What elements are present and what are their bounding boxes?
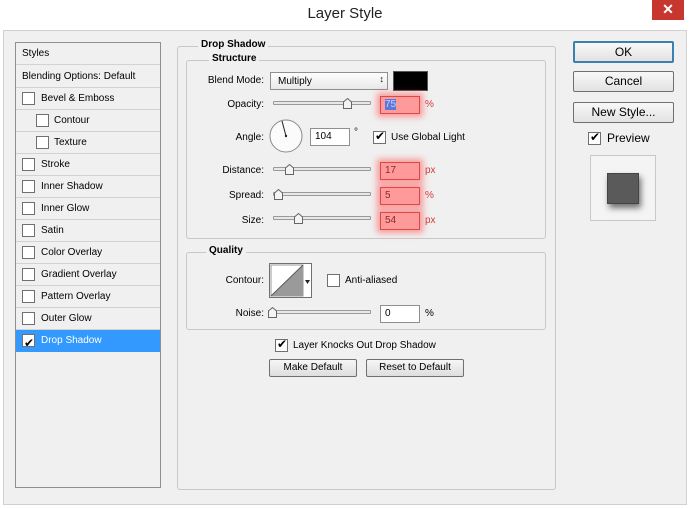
style-item-checkbox[interactable] — [22, 180, 35, 193]
style-item-checkbox[interactable] — [22, 224, 35, 237]
style-item-label: Texture — [54, 137, 87, 148]
style-item-label: Color Overlay — [41, 247, 103, 258]
style-item-satin[interactable]: Satin — [16, 220, 160, 242]
size-slider-thumb[interactable] — [294, 213, 303, 224]
style-item-checkbox[interactable] — [22, 202, 35, 215]
preview-label: Preview — [607, 131, 650, 145]
spread-input[interactable]: 5 — [380, 187, 420, 205]
opacity-label: Opacity: — [227, 99, 264, 110]
quality-title: Quality — [206, 245, 246, 256]
style-item-checkbox[interactable] — [22, 158, 35, 171]
blend-mode-select[interactable]: Multiply ↕ — [270, 72, 388, 90]
blend-mode-label: Blend Mode: — [207, 75, 264, 86]
styles-header[interactable]: Styles — [16, 43, 160, 65]
distance-label: Distance: — [222, 165, 264, 176]
layer-knocks-out-label: Layer Knocks Out Drop Shadow — [293, 340, 436, 351]
contour-label: Contour: — [225, 275, 264, 286]
noise-input[interactable]: 0 — [380, 305, 420, 323]
shadow-color-swatch[interactable] — [393, 71, 428, 91]
distance-slider-thumb[interactable] — [285, 164, 294, 175]
spread-unit: % — [425, 190, 434, 201]
opacity-unit: % — [425, 99, 434, 110]
size-input[interactable]: 54 — [380, 212, 420, 230]
style-item-bevel-emboss[interactable]: Bevel & Emboss — [16, 88, 160, 110]
style-item-label: Pattern Overlay — [41, 291, 111, 302]
size-slider[interactable] — [273, 216, 371, 220]
style-item-pattern-overlay[interactable]: Pattern Overlay — [16, 286, 160, 308]
style-item-checkbox[interactable] — [22, 268, 35, 281]
size-label: Size: — [241, 215, 264, 226]
anti-aliased-label: Anti-aliased — [345, 275, 398, 286]
noise-slider[interactable] — [268, 310, 371, 314]
style-preview-box — [590, 155, 656, 221]
style-item-checkbox[interactable] — [22, 312, 35, 325]
ok-button[interactable]: OK — [573, 41, 674, 63]
new-style-button[interactable]: New Style... — [573, 102, 674, 123]
style-item-checkbox[interactable] — [22, 92, 35, 105]
angle-unit: ° — [354, 127, 358, 138]
style-item-drop-shadow[interactable]: Drop Shadow — [16, 330, 160, 354]
style-item-stroke[interactable]: Stroke — [16, 154, 160, 176]
style-item-checkbox[interactable] — [22, 332, 35, 354]
style-item-gradient-overlay[interactable]: Gradient Overlay — [16, 264, 160, 286]
blending-options-label: Blending Options: Default — [22, 71, 136, 82]
opacity-slider[interactable] — [273, 101, 371, 105]
style-item-label: Contour — [54, 115, 90, 126]
style-item-label: Stroke — [41, 159, 70, 170]
style-preview-swatch — [607, 173, 639, 204]
styles-header-label: Styles — [22, 48, 50, 59]
size-unit: px — [425, 215, 436, 226]
use-global-light-checkbox[interactable] — [373, 129, 386, 144]
style-item-inner-shadow[interactable]: Inner Shadow — [16, 176, 160, 198]
close-button[interactable]: ✕ — [652, 0, 684, 20]
style-item-contour[interactable]: Contour — [16, 110, 160, 132]
drop-shadow-title: Drop Shadow — [198, 39, 269, 50]
spread-slider[interactable] — [273, 192, 371, 196]
updown-arrows-icon: ↕ — [379, 74, 385, 84]
style-item-texture[interactable]: Texture — [16, 132, 160, 154]
opacity-input[interactable]: 75 — [380, 96, 420, 114]
contour-picker[interactable] — [269, 263, 312, 298]
angle-label: Angle: — [235, 132, 264, 143]
structure-title: Structure — [209, 53, 260, 64]
style-item-label: Inner Shadow — [41, 181, 103, 192]
spread-label: Spread: — [228, 190, 264, 201]
style-item-checkbox[interactable] — [36, 114, 49, 127]
style-item-checkbox[interactable] — [22, 246, 35, 259]
style-item-checkbox[interactable] — [22, 290, 35, 303]
window-title: Layer Style — [307, 5, 383, 22]
angle-dial[interactable] — [269, 119, 303, 153]
reset-to-default-button[interactable]: Reset to Default — [366, 359, 464, 377]
distance-unit: px — [425, 165, 436, 176]
layer-knocks-out-checkbox[interactable] — [275, 337, 288, 352]
style-item-label: Bevel & Emboss — [41, 93, 115, 104]
styles-list: Styles Blending Options: Default Bevel &… — [15, 42, 161, 488]
blending-options-item[interactable]: Blending Options: Default — [16, 66, 160, 88]
opacity-slider-thumb[interactable] — [343, 98, 352, 109]
spread-slider-thumb[interactable] — [274, 189, 283, 200]
make-default-button[interactable]: Make Default — [269, 359, 357, 377]
use-global-light-label: Use Global Light — [391, 132, 465, 143]
noise-slider-thumb[interactable] — [268, 307, 277, 318]
angle-input[interactable]: 104 — [310, 128, 350, 146]
distance-input[interactable]: 17 — [380, 162, 420, 180]
style-item-inner-glow[interactable]: Inner Glow — [16, 198, 160, 220]
noise-label: Noise: — [235, 308, 264, 319]
style-item-outer-glow[interactable]: Outer Glow — [16, 308, 160, 330]
blend-mode-value: Multiply — [278, 76, 312, 87]
noise-unit: % — [425, 308, 434, 319]
style-item-label: Outer Glow — [41, 313, 92, 324]
style-item-label: Inner Glow — [41, 203, 90, 214]
style-item-label: Satin — [41, 225, 64, 236]
anti-aliased-checkbox[interactable] — [327, 274, 340, 287]
preview-checkbox[interactable] — [588, 130, 601, 145]
cancel-button[interactable]: Cancel — [573, 71, 674, 92]
style-item-label: Gradient Overlay — [41, 269, 117, 280]
opacity-value: 75 — [385, 99, 397, 110]
style-item-color-overlay[interactable]: Color Overlay — [16, 242, 160, 264]
style-item-checkbox[interactable] — [36, 136, 49, 149]
style-item-label: Drop Shadow — [41, 335, 102, 346]
